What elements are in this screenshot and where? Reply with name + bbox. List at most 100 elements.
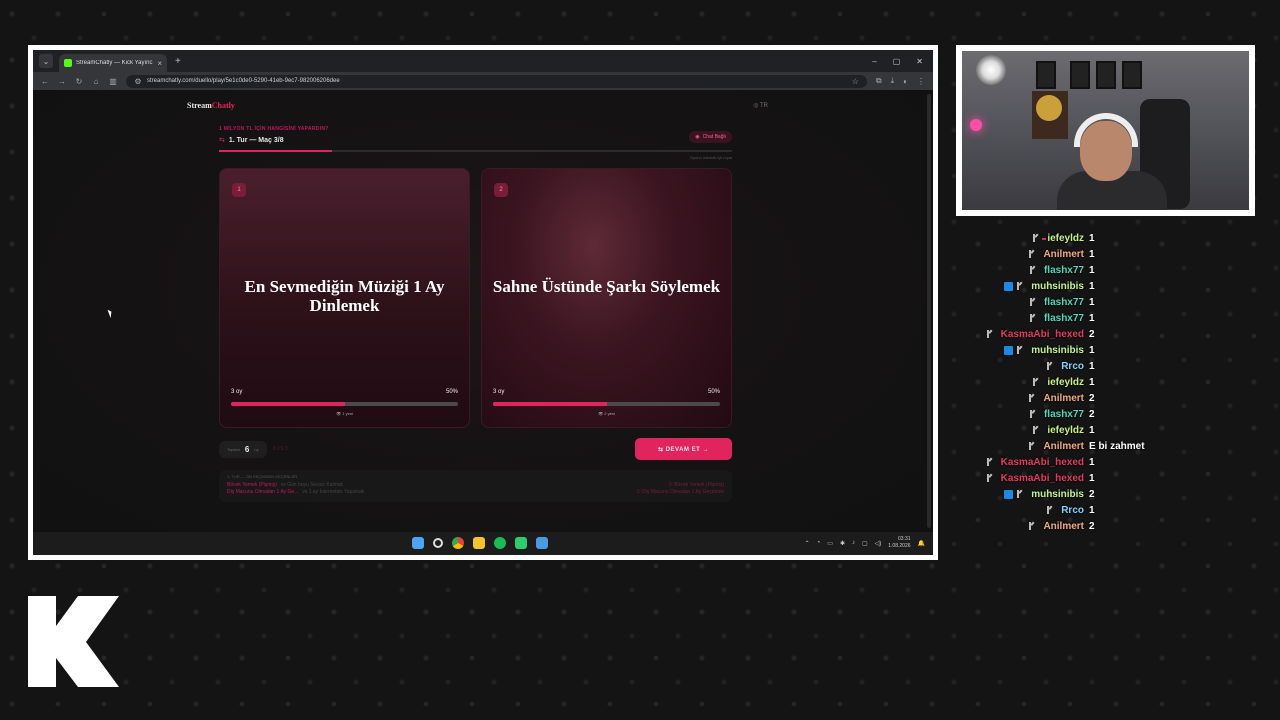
- option-cards: 1 En Sevmediğin Müziği 1 Ay Dinlemek 3 o…: [219, 168, 732, 428]
- browser-tab[interactable]: StreamChatly — Kick Yayıncılar ×: [59, 54, 167, 72]
- settings-icon[interactable]: ✱: [840, 540, 845, 547]
- chat-badges: iefeyldz: [970, 233, 1084, 244]
- back-icon[interactable]: ←: [41, 77, 49, 86]
- battery-icon[interactable]: ▭: [827, 540, 833, 547]
- language-selector[interactable]: ◎ TR: [753, 102, 768, 109]
- kick-badge-icon: [986, 458, 993, 466]
- kick-favicon-icon: [64, 59, 72, 67]
- chat-badges: KasmaAbi_hexed: [970, 457, 1084, 468]
- kick-badge-icon: [1033, 234, 1039, 242]
- chat-message: Anilmert E bi zahmet: [970, 438, 1270, 454]
- chat-message: KasmaAbi_hexed 1: [970, 454, 1270, 470]
- option-card-1[interactable]: 1 En Sevmediğin Müziği 1 Ay Dinlemek 3 o…: [219, 168, 470, 428]
- match-progress-fill: [219, 150, 332, 152]
- chat-message: muhsinibis 2: [970, 486, 1270, 502]
- kick-badge-icon: [1029, 410, 1036, 418]
- site-info-icon[interactable]: ⚙: [134, 77, 142, 86]
- kick-badge-icon: [1029, 522, 1035, 530]
- wall-frame: [1036, 61, 1056, 89]
- gold-record: [1036, 95, 1062, 121]
- chevron-up-icon[interactable]: ⌃: [805, 540, 810, 547]
- close-tab-icon[interactable]: ×: [157, 59, 162, 68]
- chat-text: 1: [1089, 248, 1095, 260]
- url-field[interactable]: ⚙ streamchatly.com/duello/play/5e1c0de0-…: [126, 74, 867, 88]
- chat-text: 1: [1089, 344, 1095, 356]
- new-tab-icon[interactable]: +: [175, 56, 181, 67]
- display-icon[interactable]: ▢: [862, 540, 868, 547]
- chat-connected-button[interactable]: ◉ Chat Bağlı: [689, 131, 732, 143]
- clock[interactable]: 03:31 1.08.2026: [888, 536, 910, 550]
- forward-icon[interactable]: →: [58, 77, 66, 86]
- kick-badge-icon: [1029, 266, 1036, 274]
- chat-text: 2: [1089, 488, 1095, 500]
- download-icon[interactable]: ⤓: [891, 76, 895, 86]
- total-votes-unit: oy: [254, 446, 259, 452]
- chat-message: flashx77 1: [970, 310, 1270, 326]
- system-tray: ⌃ ◔ ▭ ✱ ♪ ▢ ◁) 03:31 1.08.2026 🔔: [805, 536, 925, 550]
- chat-message: flashx77 1: [970, 262, 1270, 278]
- tab-bar: ⌄ StreamChatly — Kick Yayıncılar × + – ▢…: [33, 50, 933, 72]
- extensions-icon[interactable]: ⧉: [876, 76, 882, 86]
- search-icon[interactable]: [433, 538, 443, 548]
- kick-badge-icon: [1047, 362, 1053, 370]
- chat-badges: flashx77: [970, 409, 1084, 420]
- chat-message: Rrco 1: [970, 502, 1270, 518]
- chrome-icon[interactable]: [452, 537, 464, 549]
- chat-username: Anilmert: [1043, 392, 1084, 404]
- chat-message: muhsinibis 1: [970, 278, 1270, 294]
- reload-icon[interactable]: ↻: [75, 77, 83, 86]
- chat-username: iefeyldz: [1047, 424, 1084, 436]
- round-row: ⇆ 1. Tur — Maç 3/8 ◉ Chat Bağlı: [219, 131, 732, 144]
- history-winner: Diş Macunu Olmadan 1 Ay Ge...: [227, 489, 299, 495]
- sidebar-icon[interactable]: ▥: [109, 77, 117, 86]
- file-explorer-icon[interactable]: [473, 537, 485, 549]
- total-votes-box: Toplam 6 oy: [219, 440, 267, 458]
- home-icon[interactable]: ⌂: [92, 77, 100, 86]
- chat-message: Anilmert 2: [970, 518, 1270, 534]
- app-icon[interactable]: [515, 537, 527, 549]
- bookmark-star-icon[interactable]: ☆: [852, 77, 859, 86]
- spotify-icon[interactable]: [494, 537, 506, 549]
- chat-overlay: iefeyldz 1 Anilmert 1 flashx77 1 muhsinibis 1 fl…: [970, 230, 1270, 534]
- option-new-votes: 👁 1 yeni: [336, 411, 353, 416]
- scrollbar[interactable]: [927, 94, 931, 528]
- chat-text: 1: [1089, 296, 1095, 308]
- chat-badges: flashx77: [970, 313, 1084, 324]
- menu-icon[interactable]: ⋮: [917, 77, 925, 86]
- chat-badges: Rrco: [970, 361, 1084, 372]
- close-window-icon[interactable]: ✕: [916, 57, 923, 66]
- option-title: En Sevmediğin Müziği 1 Ay Dinlemek: [244, 277, 445, 315]
- kick-badge-icon: [1047, 506, 1053, 514]
- chat-badges: Anilmert: [970, 521, 1084, 532]
- windows-start-icon[interactable]: [412, 537, 424, 549]
- option-number: 2: [494, 183, 508, 197]
- site-logo[interactable]: StreamChatly: [187, 101, 235, 110]
- continue-button[interactable]: ⇆ DEVAM ET →: [635, 438, 732, 460]
- option-card-2[interactable]: 2 Sahne Üstünde Şarkı Söylemek 3 oy 50% …: [481, 168, 732, 428]
- chat-badges: Anilmert: [970, 393, 1084, 404]
- chat-badges: muhsinibis: [970, 489, 1084, 500]
- volume-icon[interactable]: ◁): [875, 540, 882, 547]
- minimize-icon[interactable]: –: [872, 57, 876, 66]
- mic-icon[interactable]: ♪: [852, 540, 855, 546]
- chat-badges: Rrco: [970, 505, 1084, 516]
- option-number: 1: [232, 183, 246, 197]
- chat-text: 2: [1089, 408, 1095, 420]
- option-vote-bar: [493, 402, 720, 406]
- telegram-icon[interactable]: [536, 537, 548, 549]
- vs-score: 3 VS 3: [272, 446, 288, 452]
- chat-username: KasmaAbi_hexed: [1000, 456, 1084, 468]
- maximize-icon[interactable]: ▢: [893, 57, 901, 66]
- network-icon[interactable]: ◔: [817, 540, 821, 546]
- kick-badge-icon: [986, 474, 993, 482]
- chat-username: Anilmert: [1043, 248, 1084, 260]
- subscriber-badge-icon: [1004, 345, 1014, 355]
- history-row: Böcek Yemek (Pişmiş) vs Gün boyu Sessiz …: [227, 482, 724, 488]
- chat-icon: ◉: [695, 134, 700, 140]
- profile-icon[interactable]: ◐: [903, 77, 908, 86]
- tab-search-icon[interactable]: ⌄: [39, 54, 53, 68]
- notification-icon[interactable]: 🔔: [918, 540, 925, 547]
- page-viewport: StreamChatly ◎ TR 1 MİLYON TL İÇİN HANGİ…: [33, 90, 933, 532]
- chat-message: iefeyldz 1: [970, 422, 1270, 438]
- history-result: ① Böcek Yemek (Pişmiş): [668, 482, 724, 488]
